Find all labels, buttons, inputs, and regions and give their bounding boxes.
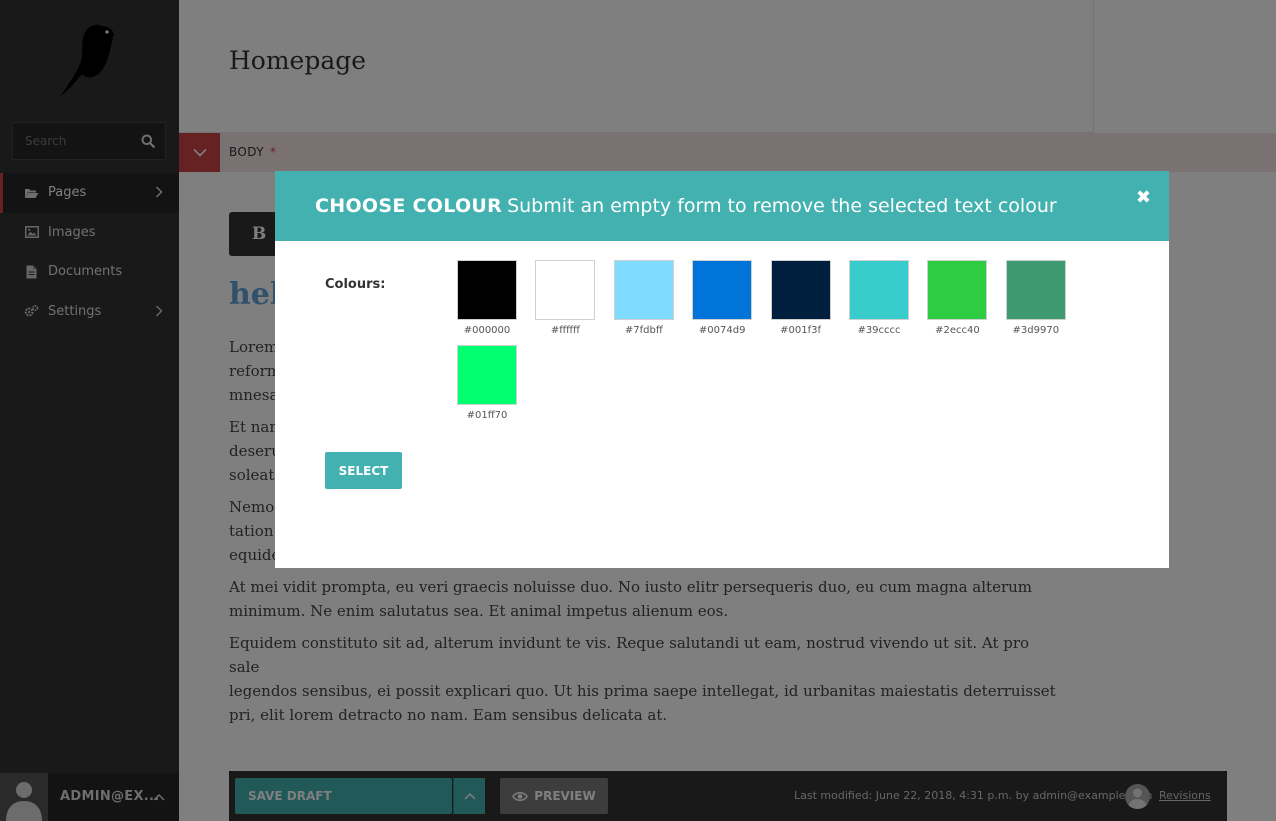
select-button[interactable]: SELECT [325, 452, 402, 489]
colour-code-label: #39cccc [857, 325, 901, 336]
colour-swatch-box[interactable] [849, 260, 909, 320]
choose-colour-modal: CHOOSE COLOUR Submit an empty form to rem… [275, 171, 1169, 568]
colour-swatch[interactable]: #2ecc40 [926, 260, 988, 336]
modal-title: CHOOSE COLOUR Submit an empty form to rem… [315, 195, 1057, 217]
colour-code-label: #2ecc40 [935, 325, 980, 336]
colour-swatch[interactable]: #3d9970 [1005, 260, 1067, 336]
colour-swatch-box[interactable] [535, 260, 596, 320]
colour-swatch[interactable]: #000000 [456, 260, 518, 336]
close-icon[interactable]: ✖ [1136, 187, 1151, 208]
colour-swatch-box[interactable] [770, 260, 831, 320]
modal-subtitle: Submit an empty form to remove the selec… [507, 195, 1057, 217]
colour-swatch[interactable]: #7fdbff [613, 260, 675, 336]
colour-swatch[interactable]: #001f3f [770, 260, 832, 336]
colour-swatch-box[interactable] [692, 260, 753, 320]
colour-code-label: #7fdbff [624, 325, 663, 336]
colour-swatch[interactable]: #0074d9 [691, 260, 753, 336]
colour-swatch-box[interactable] [927, 260, 988, 320]
colour-swatch-box[interactable] [457, 345, 517, 405]
colour-code-label: #ffffff [550, 325, 580, 336]
colour-swatch[interactable]: #01ff70 [456, 345, 518, 421]
modal-header: CHOOSE COLOUR Submit an empty form to rem… [275, 171, 1169, 241]
colour-code-label: #3d9970 [1012, 325, 1060, 336]
colour-code-label: #000000 [463, 325, 511, 336]
colour-code-label: #001f3f [780, 325, 822, 336]
modal-title-text: CHOOSE COLOUR [315, 195, 503, 217]
colour-swatch-box[interactable] [457, 260, 517, 320]
colour-swatch-box[interactable] [1005, 260, 1066, 320]
colours-label: Colours: [325, 277, 386, 292]
colour-swatch[interactable]: #39cccc [848, 260, 910, 336]
colour-code-label: #01ff70 [466, 410, 508, 421]
colour-swatch[interactable]: #ffffff [534, 260, 596, 336]
colour-swatch-box[interactable] [613, 260, 674, 320]
colour-code-label: #0074d9 [698, 325, 746, 336]
